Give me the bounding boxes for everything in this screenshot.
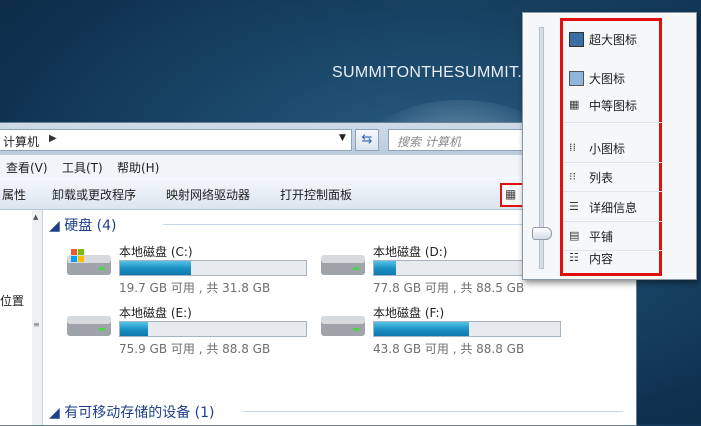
menu-separator — [563, 122, 663, 123]
view-icon: ▦ — [505, 187, 517, 201]
drive-name: 本地磁盘 (E:) — [119, 306, 192, 320]
drive-f[interactable]: 本地磁盘 (F:) 43.8 GB 可用 , 共 88.8 GB — [319, 304, 569, 360]
option-label: 小图标 — [589, 142, 626, 156]
view-option-extra-large[interactable]: 超大图标 — [569, 29, 657, 49]
list-icon: ⁝⁝ — [569, 170, 576, 183]
navigation-pane: 位置 — [0, 210, 33, 425]
group-title: 有可移动存储的设备 (1) — [64, 405, 215, 421]
collapse-chevron-icon: ◢ — [49, 218, 60, 234]
scroll-up-icon[interactable]: ▲ — [33, 213, 38, 221]
view-option-large[interactable]: 大图标 — [569, 68, 657, 88]
option-label: 大图标 — [589, 72, 626, 86]
navigation-scrollbar[interactable]: ▲ ≡ — [32, 210, 43, 425]
menu-view[interactable]: 查看(V) — [6, 159, 48, 176]
large-icons-icon — [569, 71, 584, 86]
view-menu-popup: 超大图标 大图标 ▦ 中等图标 ⁞⁞ 小图标 ⁝⁝ 列表 ☰ 详细信息 ▤ 平铺 — [522, 12, 697, 280]
breadcrumb-arrow-icon[interactable]: ▶ — [49, 133, 57, 144]
drive-space-info: 43.8 GB 可用 , 共 88.8 GB — [373, 342, 525, 356]
hard-drive-windows-icon — [67, 249, 111, 275]
hard-disk-group-header[interactable]: ◢ 硬盘 (4) — [49, 215, 117, 235]
tiles-icon: ▤ — [569, 229, 580, 242]
properties-button[interactable]: 属性 — [2, 186, 26, 203]
details-icon: ☰ — [569, 200, 579, 213]
refresh-button[interactable]: ⇆ — [355, 129, 379, 151]
change-view-button[interactable]: ▦ — [500, 183, 524, 207]
drive-name: 本地磁盘 (F:) — [373, 306, 445, 320]
option-label: 平铺 — [589, 230, 614, 244]
drive-usage-bar — [119, 321, 307, 337]
menu-tools[interactable]: 工具(T) — [62, 159, 103, 176]
view-option-content[interactable]: ☷ 内容 — [569, 248, 657, 268]
drive-usage-fill — [120, 261, 191, 275]
group-title: 硬盘 (4) — [64, 218, 117, 234]
drive-usage-fill — [120, 322, 148, 336]
view-option-small[interactable]: ⁞⁞ 小图标 — [569, 138, 657, 158]
drive-usage-bar — [119, 260, 307, 276]
drive-name: 本地磁盘 (D:) — [373, 245, 448, 259]
hard-drive-icon — [67, 316, 111, 336]
nav-item-location[interactable]: 位置 — [0, 292, 24, 309]
address-path: 计算机 — [3, 135, 40, 149]
drive-usage-fill — [374, 261, 397, 275]
menu-separator — [563, 162, 663, 163]
option-label: 超大图标 — [589, 33, 638, 47]
collapse-chevron-icon: ◢ — [49, 405, 60, 421]
search-input[interactable]: 搜索 计算机 — [388, 129, 530, 151]
view-option-list[interactable]: ⁝⁝ 列表 — [569, 167, 657, 187]
menu-separator — [563, 191, 663, 192]
view-option-tiles[interactable]: ▤ 平铺 — [569, 226, 657, 246]
map-network-drive-button[interactable]: 映射网络驱动器 — [166, 186, 250, 203]
search-placeholder: 搜索 计算机 — [397, 135, 461, 149]
extra-large-icons-icon — [569, 32, 584, 47]
view-options-highlight: 超大图标 大图标 ▦ 中等图标 ⁞⁞ 小图标 ⁝⁝ 列表 ☰ 详细信息 ▤ 平铺 — [560, 18, 663, 276]
drive-usage-fill — [374, 322, 469, 336]
drive-c[interactable]: 本地磁盘 (C:) 19.7 GB 可用 , 共 31.8 GB — [65, 243, 315, 299]
drive-space-info: 75.9 GB 可用 , 共 88.8 GB — [119, 342, 271, 356]
option-label: 中等图标 — [589, 99, 638, 113]
drive-e[interactable]: 本地磁盘 (E:) 75.9 GB 可用 , 共 88.8 GB — [65, 304, 315, 360]
scroll-grip-icon[interactable]: ≡ — [33, 320, 40, 329]
drive-usage-bar — [373, 321, 561, 337]
drive-space-info: 77.8 GB 可用 , 共 88.5 GB — [373, 281, 525, 295]
view-option-details[interactable]: ☰ 详细信息 — [569, 197, 657, 217]
address-bar[interactable]: 计算机 ▶ ▼ — [0, 129, 352, 151]
refresh-icon: ⇆ — [361, 132, 373, 147]
option-label: 列表 — [589, 171, 614, 185]
option-label: 内容 — [589, 252, 614, 266]
menu-separator — [563, 221, 663, 222]
removable-group-header[interactable]: ◢ 有可移动存储的设备 (1) — [49, 402, 215, 422]
view-slider-thumb[interactable] — [532, 227, 552, 240]
open-control-panel-button[interactable]: 打开控制面板 — [280, 186, 352, 203]
medium-icons-icon: ▦ — [569, 98, 580, 111]
hard-drive-icon — [321, 316, 365, 336]
drive-name: 本地磁盘 (C:) — [119, 245, 193, 259]
small-icons-icon: ⁞⁞ — [569, 141, 576, 154]
uninstall-program-button[interactable]: 卸载或更改程序 — [52, 186, 136, 203]
menu-help[interactable]: 帮助(H) — [117, 159, 159, 176]
wallpaper-text: SUMMITONTHESUMMIT. — [332, 64, 522, 81]
drive-space-info: 19.7 GB 可用 , 共 31.8 GB — [119, 281, 271, 295]
address-dropdown-icon[interactable]: ▼ — [339, 133, 346, 143]
content-icon: ☷ — [569, 251, 579, 264]
group-divider — [243, 411, 623, 412]
hard-drive-icon — [321, 255, 365, 275]
view-option-medium[interactable]: ▦ 中等图标 — [569, 95, 657, 115]
option-label: 详细信息 — [589, 201, 638, 215]
